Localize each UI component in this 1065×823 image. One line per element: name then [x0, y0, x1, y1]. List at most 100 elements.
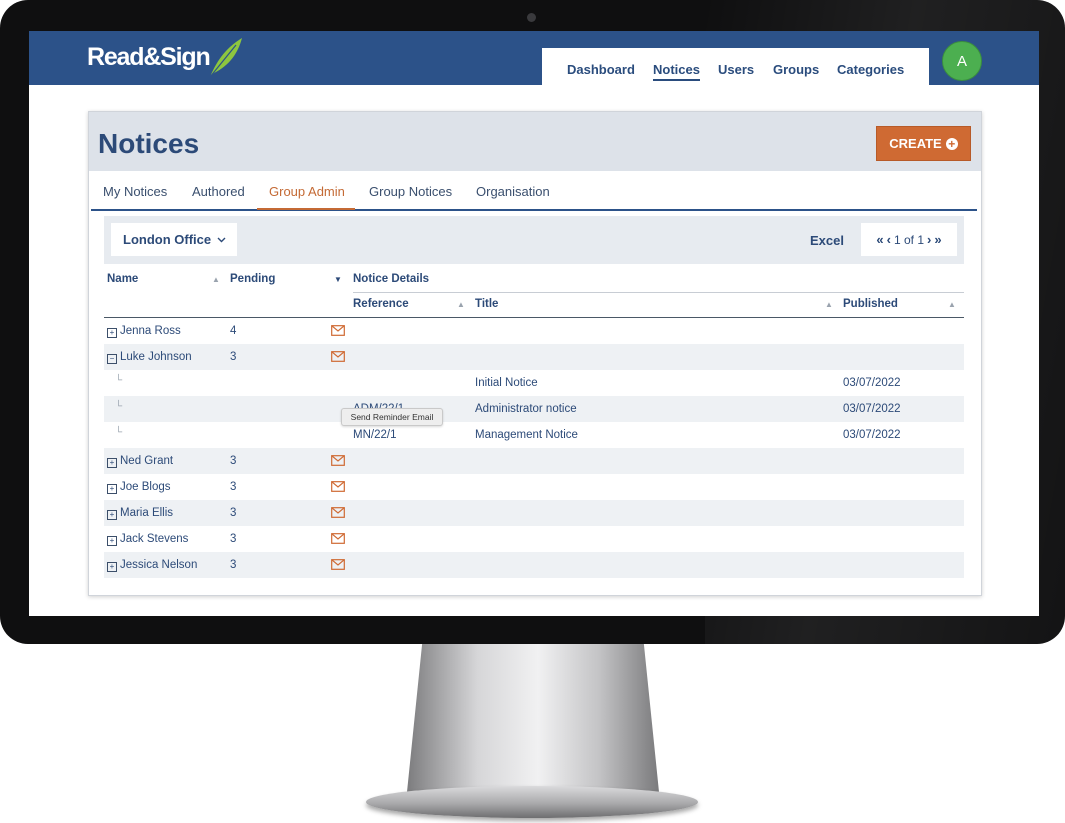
office-dropdown-label: London Office	[123, 232, 212, 247]
table-row[interactable]: + Maria Ellis 3	[104, 500, 964, 526]
plus-circle-icon: +	[945, 137, 958, 150]
notices-panel: Notices CREATE + My Notices Authored Gro…	[88, 111, 982, 596]
row-published: 03/07/2022	[843, 403, 901, 415]
active-tab-indicator	[257, 208, 355, 210]
table-row-child[interactable]: └ MN/22/1 Management Notice 03/07/2022	[104, 422, 964, 448]
sort-asc-icon[interactable]: ▲	[212, 275, 220, 284]
sort-asc-icon[interactable]: ▲	[825, 300, 833, 309]
row-name[interactable]: + Ned Grant	[107, 455, 173, 468]
row-title[interactable]: Administrator notice	[475, 403, 577, 415]
child-branch-icon: └	[115, 375, 123, 386]
app-header: Read&Sign Dashboard Notices Users Groups…	[29, 31, 1039, 85]
excel-export-link[interactable]: Excel	[810, 233, 844, 248]
table-row[interactable]: + Jack Stevens 3	[104, 526, 964, 552]
expand-icon[interactable]: +	[107, 484, 117, 494]
row-title[interactable]: Management Notice	[475, 429, 578, 441]
mail-reminder-icon[interactable]	[331, 351, 345, 362]
col-header-reference[interactable]: Reference	[353, 298, 409, 310]
mail-reminder-icon[interactable]	[331, 559, 345, 570]
monitor-stand-neck	[407, 644, 659, 792]
nav-categories[interactable]: Categories	[837, 62, 904, 77]
table-row[interactable]: − Luke Johnson 3	[104, 344, 964, 370]
nav-notices[interactable]: Notices	[653, 62, 700, 81]
sort-asc-icon[interactable]: ▲	[948, 300, 956, 309]
mail-reminder-icon[interactable]	[331, 455, 345, 466]
sort-desc-icon[interactable]: ▼	[334, 275, 342, 284]
child-branch-icon: └	[115, 401, 123, 412]
panel-header: Notices CREATE +	[89, 112, 981, 171]
webcam	[527, 13, 536, 22]
row-name[interactable]: + Jessica Nelson	[107, 559, 197, 572]
col-header-published[interactable]: Published	[843, 298, 898, 310]
create-button[interactable]: CREATE +	[876, 126, 971, 161]
row-name[interactable]: + Joe Blogs	[107, 481, 171, 494]
tab-authored[interactable]: Authored	[192, 184, 245, 199]
row-name-label: Jessica Nelson	[120, 559, 198, 571]
row-name[interactable]: + Jenna Ross	[107, 325, 181, 338]
chevron-down-icon	[217, 237, 226, 242]
tab-my-notices[interactable]: My Notices	[103, 184, 167, 199]
tab-organisation[interactable]: Organisation	[476, 184, 550, 199]
expand-icon[interactable]: +	[107, 536, 117, 546]
first-page-button[interactable]: «	[876, 232, 883, 247]
app-logo[interactable]: Read&Sign	[87, 43, 211, 72]
tabs-divider	[91, 209, 977, 211]
expand-icon[interactable]: +	[107, 458, 117, 468]
table-row-child[interactable]: └ Initial Notice 03/07/2022	[104, 370, 964, 396]
expand-icon[interactable]: +	[107, 510, 117, 520]
office-dropdown[interactable]: London Office	[111, 223, 237, 256]
pagination: « ‹ 1 of 1 › »	[861, 223, 957, 256]
mail-reminder-icon[interactable]	[331, 533, 345, 544]
row-name-label: Ned Grant	[120, 455, 174, 467]
reminder-tooltip: Send Reminder Email	[341, 408, 443, 426]
row-name-label: Maria Ellis	[120, 507, 174, 519]
row-name-label: Jenna Ross	[120, 325, 181, 337]
nav-groups[interactable]: Groups	[773, 62, 819, 77]
mail-reminder-icon[interactable]	[331, 507, 345, 518]
page-indicator: 1 of 1	[893, 232, 925, 247]
table-row[interactable]: + Jenna Ross 4	[104, 318, 964, 344]
row-pending: 3	[230, 559, 237, 571]
nav-dashboard[interactable]: Dashboard	[567, 62, 635, 77]
last-page-button[interactable]: »	[934, 232, 941, 247]
row-pending: 3	[230, 455, 237, 467]
next-page-button[interactable]: ›	[927, 232, 931, 247]
row-pending: 3	[230, 351, 237, 363]
row-pending: 3	[230, 507, 237, 519]
row-name[interactable]: + Jack Stevens	[107, 533, 188, 546]
row-pending: 3	[230, 533, 237, 545]
expand-icon[interactable]: +	[107, 328, 117, 338]
row-name-label: Luke Johnson	[120, 351, 192, 363]
table-row-child[interactable]: └ ADM/22/1 Administrator notice 03/07/20…	[104, 396, 964, 422]
page-title: Notices	[98, 128, 200, 159]
expand-icon[interactable]: +	[107, 562, 117, 572]
col-header-pending[interactable]: Pending	[230, 273, 275, 285]
row-name[interactable]: + Maria Ellis	[107, 507, 173, 520]
row-published: 03/07/2022	[843, 429, 901, 441]
row-name-label: Jack Stevens	[120, 533, 189, 545]
row-reference: MN/22/1	[353, 429, 397, 441]
monitor-stand-base	[366, 786, 698, 818]
tab-group-admin[interactable]: Group Admin	[269, 184, 345, 199]
row-title[interactable]: Initial Notice	[475, 377, 538, 389]
tab-group-notices[interactable]: Group Notices	[369, 184, 452, 199]
mail-reminder-icon[interactable]	[331, 481, 345, 492]
row-pending: 3	[230, 481, 237, 493]
monitor-screen: Read&Sign Dashboard Notices Users Groups…	[29, 31, 1039, 616]
header-divider	[353, 292, 964, 293]
col-header-name[interactable]: Name	[107, 273, 138, 285]
table-row[interactable]: + Ned Grant 3	[104, 448, 964, 474]
table-row[interactable]: + Jessica Nelson 3	[104, 552, 964, 578]
prev-page-button[interactable]: ‹	[887, 232, 891, 247]
table-row[interactable]: + Joe Blogs 3	[104, 474, 964, 500]
child-branch-icon: └	[115, 427, 123, 438]
row-published: 03/07/2022	[843, 377, 901, 389]
mail-reminder-icon[interactable]	[331, 325, 345, 336]
row-name[interactable]: − Luke Johnson	[107, 351, 192, 364]
row-pending: 4	[230, 325, 237, 337]
nav-users[interactable]: Users	[718, 62, 754, 77]
sort-asc-icon[interactable]: ▲	[457, 300, 465, 309]
user-avatar[interactable]: A	[942, 41, 982, 81]
col-header-title[interactable]: Title	[475, 298, 498, 310]
collapse-icon[interactable]: −	[107, 354, 117, 364]
